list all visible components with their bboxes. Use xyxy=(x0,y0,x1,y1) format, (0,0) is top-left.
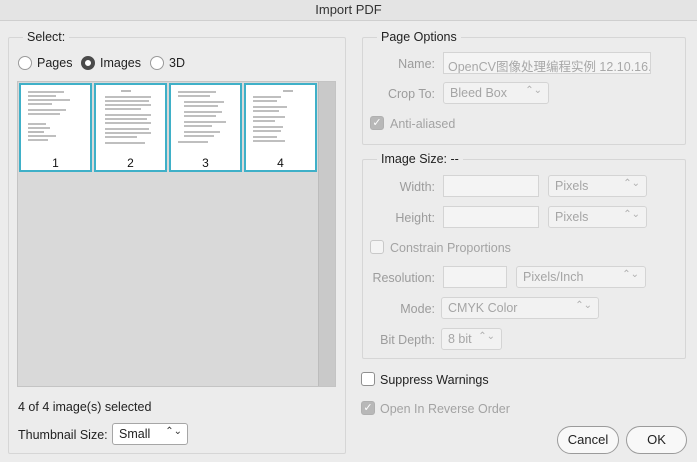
resolution-unit-select[interactable]: Pixels/Inch ⌃⌄ xyxy=(516,266,646,288)
resolution-unit-value: Pixels/Inch xyxy=(523,270,584,284)
crop-to-select[interactable]: Bleed Box ⌃⌄ xyxy=(443,82,549,104)
thumbnail-number: 1 xyxy=(52,156,59,170)
thumbnail-size-value: Small xyxy=(119,427,151,441)
page-preview-icon xyxy=(253,90,293,142)
width-unit-value: Pixels xyxy=(555,179,589,193)
height-label: Height: xyxy=(395,211,435,225)
mode-value: CMYK Color xyxy=(448,301,518,315)
thumbnail-number: 3 xyxy=(202,156,209,170)
constrain-proportions-checkbox[interactable] xyxy=(370,240,384,254)
chevron-updown-icon: ⌃⌄ xyxy=(165,426,182,437)
page-preview-icon xyxy=(105,90,151,144)
chevron-updown-icon: ⌃⌄ xyxy=(622,269,639,280)
crop-to-value: Bleed Box xyxy=(450,86,507,100)
radio-3d[interactable] xyxy=(150,56,164,70)
name-field[interactable]: OpenCV图像处理编程实例 12.10.16.p xyxy=(443,52,651,74)
reverse-order-checkbox[interactable]: ✓ xyxy=(361,401,375,415)
resolution-field[interactable] xyxy=(443,266,507,288)
resolution-label: Resolution: xyxy=(372,271,435,285)
page-preview-icon xyxy=(178,91,226,143)
page-preview-icon xyxy=(28,91,70,141)
image-size-legend: Image Size: -- xyxy=(377,152,463,167)
bit-depth-select[interactable]: 8 bit ⌃⌄ xyxy=(441,328,502,350)
width-field[interactable] xyxy=(443,175,539,197)
crop-to-label: Crop To: xyxy=(387,87,435,101)
chevron-updown-icon: ⌃⌄ xyxy=(623,178,640,189)
thumbnail-page[interactable]: 2 xyxy=(94,83,167,172)
thumbnail-size-label: Thumbnail Size: xyxy=(18,428,108,442)
suppress-warnings-checkbox[interactable] xyxy=(361,372,375,386)
cancel-button[interactable]: Cancel xyxy=(557,426,619,454)
radio-pages-label: Pages xyxy=(37,56,73,70)
thumbnail-page[interactable]: 3 xyxy=(169,83,242,172)
radio-images[interactable] xyxy=(81,56,95,70)
bit-depth-value: 8 bit xyxy=(448,332,472,346)
width-label: Width: xyxy=(399,180,435,194)
anti-aliased-checkbox[interactable]: ✓ xyxy=(370,116,384,130)
page-options-legend: Page Options xyxy=(377,30,461,45)
bit-depth-label: Bit Depth: xyxy=(380,333,435,347)
mode-select[interactable]: CMYK Color ⌃⌄ xyxy=(441,297,599,319)
width-unit-select[interactable]: Pixels ⌃⌄ xyxy=(548,175,647,197)
ok-button[interactable]: OK xyxy=(626,426,687,454)
reverse-order-label: Open In Reverse Order xyxy=(380,402,510,416)
thumbnail-list[interactable]: 1 2 3 4 xyxy=(17,81,336,387)
name-label: Name: xyxy=(398,57,435,71)
suppress-warnings-label: Suppress Warnings xyxy=(380,373,489,387)
chevron-updown-icon: ⌃⌄ xyxy=(525,85,542,96)
chevron-updown-icon: ⌃⌄ xyxy=(575,300,592,311)
height-field[interactable] xyxy=(443,206,539,228)
selection-status: 4 of 4 image(s) selected xyxy=(18,400,152,414)
thumbnail-number: 4 xyxy=(277,156,284,170)
chevron-updown-icon: ⌃⌄ xyxy=(623,209,640,220)
height-unit-value: Pixels xyxy=(555,210,589,224)
radio-pages[interactable] xyxy=(18,56,32,70)
thumbnail-size-select[interactable]: Small ⌃⌄ xyxy=(112,423,188,445)
anti-aliased-label: Anti-aliased xyxy=(390,117,456,131)
chevron-updown-icon: ⌃⌄ xyxy=(478,331,495,342)
select-legend: Select: xyxy=(23,30,70,45)
radio-3d-label: 3D xyxy=(169,56,185,70)
thumbnail-page[interactable]: 4 xyxy=(244,83,317,172)
height-unit-select[interactable]: Pixels ⌃⌄ xyxy=(548,206,647,228)
mode-label: Mode: xyxy=(400,302,435,316)
constrain-proportions-label: Constrain Proportions xyxy=(390,241,511,255)
thumbnail-number: 2 xyxy=(127,156,134,170)
thumbnail-page[interactable]: 1 xyxy=(19,83,92,172)
radio-images-label: Images xyxy=(100,56,141,70)
window-title: Import PDF xyxy=(0,0,697,21)
thumbnail-scrollbar[interactable] xyxy=(318,82,335,386)
